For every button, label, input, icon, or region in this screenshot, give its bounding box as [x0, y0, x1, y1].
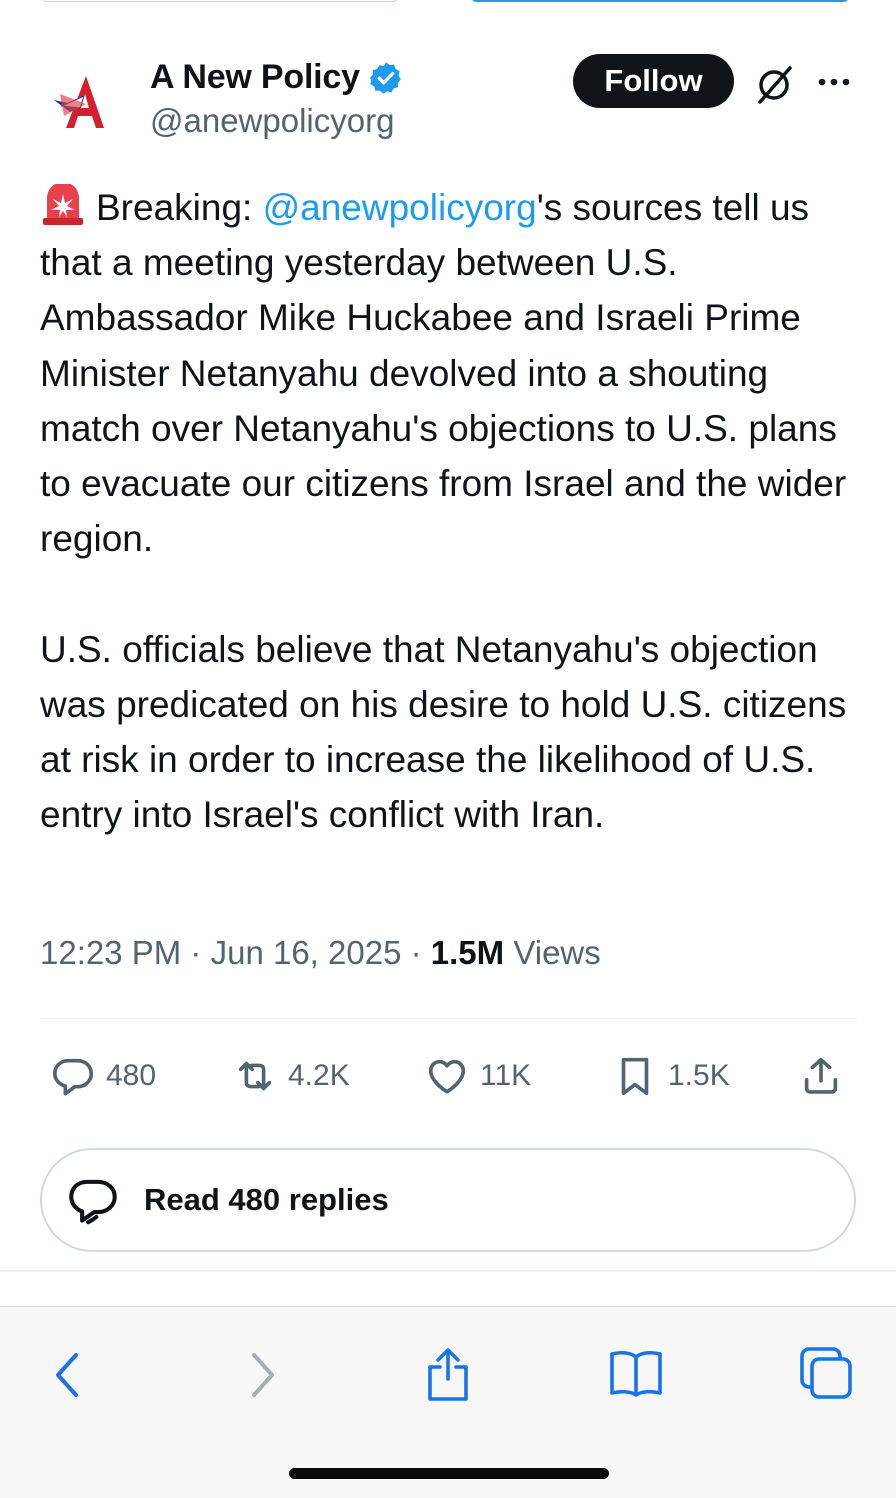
share-icon [804, 1057, 838, 1094]
tweet-paragraph-2: U.S. officials believe that Netanyahu's … [40, 628, 857, 836]
repost-count: 4.2K [288, 1059, 350, 1092]
section-divider [0, 1270, 896, 1272]
previous-button-edge [470, 0, 850, 2]
tweet-time[interactable]: 12:23 PM [40, 934, 181, 971]
action-bar: 480 4.2K 11K 1.5K [0, 1046, 896, 1106]
divider [40, 1018, 857, 1019]
like-button[interactable]: 11K [424, 1046, 531, 1106]
views-count: 1.5M [430, 934, 505, 971]
views-label: Views [513, 934, 601, 971]
like-count: 11K [480, 1059, 532, 1092]
meta-separator: · [190, 934, 211, 971]
tweet-date[interactable]: Jun 16, 2025 [211, 934, 402, 971]
follow-button[interactable]: Follow [573, 54, 734, 108]
handle[interactable]: @anewpolicyorg [150, 102, 394, 140]
meta-separator: · [410, 934, 431, 971]
share-sheet-icon[interactable] [418, 1343, 478, 1403]
previous-element-edge [40, 0, 400, 2]
slashed-circle-icon[interactable] [752, 62, 796, 106]
avatar[interactable] [40, 56, 132, 148]
read-replies-button[interactable]: Read 480 replies [40, 1148, 856, 1252]
tabs-icon[interactable] [796, 1343, 856, 1403]
heart-icon [428, 1059, 466, 1094]
tweet-paragraph-1: 's sources tell us that a meeting yester… [40, 187, 857, 560]
repost-button[interactable]: 4.2K [232, 1046, 350, 1106]
tweet-text: Breaking: @anewpolicyorg's sources tell … [40, 180, 870, 842]
bookmarks-icon[interactable] [606, 1343, 666, 1403]
bookmark-count: 1.5K [668, 1059, 730, 1092]
reply-icon [52, 1058, 94, 1096]
repost-icon [238, 1061, 272, 1091]
read-replies-label: Read 480 replies [144, 1182, 389, 1217]
name-row: A New Policy [150, 58, 404, 97]
replies-bubble-icon [69, 1179, 117, 1225]
display-name[interactable]: A New Policy [150, 58, 360, 97]
a-new-policy-logo-icon [54, 76, 104, 128]
back-icon[interactable] [38, 1343, 98, 1403]
share-button[interactable] [798, 1046, 844, 1106]
mention-link[interactable]: @anewpolicyorg [263, 187, 537, 228]
reply-count: 480 [106, 1059, 157, 1092]
bookmark-icon [621, 1057, 649, 1096]
home-indicator[interactable] [289, 1468, 609, 1479]
reply-button[interactable]: 480 [50, 1046, 156, 1106]
verified-badge-icon [368, 60, 404, 96]
tweet-meta: 12:23 PM · Jun 16, 2025 · 1.5M Views [40, 934, 601, 972]
more-dots-icon[interactable] [812, 70, 856, 94]
bookmark-button[interactable]: 1.5K [612, 1046, 730, 1106]
tweet-header: A New Policy @anewpolicyorg Follow [0, 40, 896, 150]
forward-icon[interactable] [232, 1343, 292, 1403]
tweet-prefix: Breaking: [96, 187, 263, 228]
rotating-light-icon [40, 182, 86, 226]
